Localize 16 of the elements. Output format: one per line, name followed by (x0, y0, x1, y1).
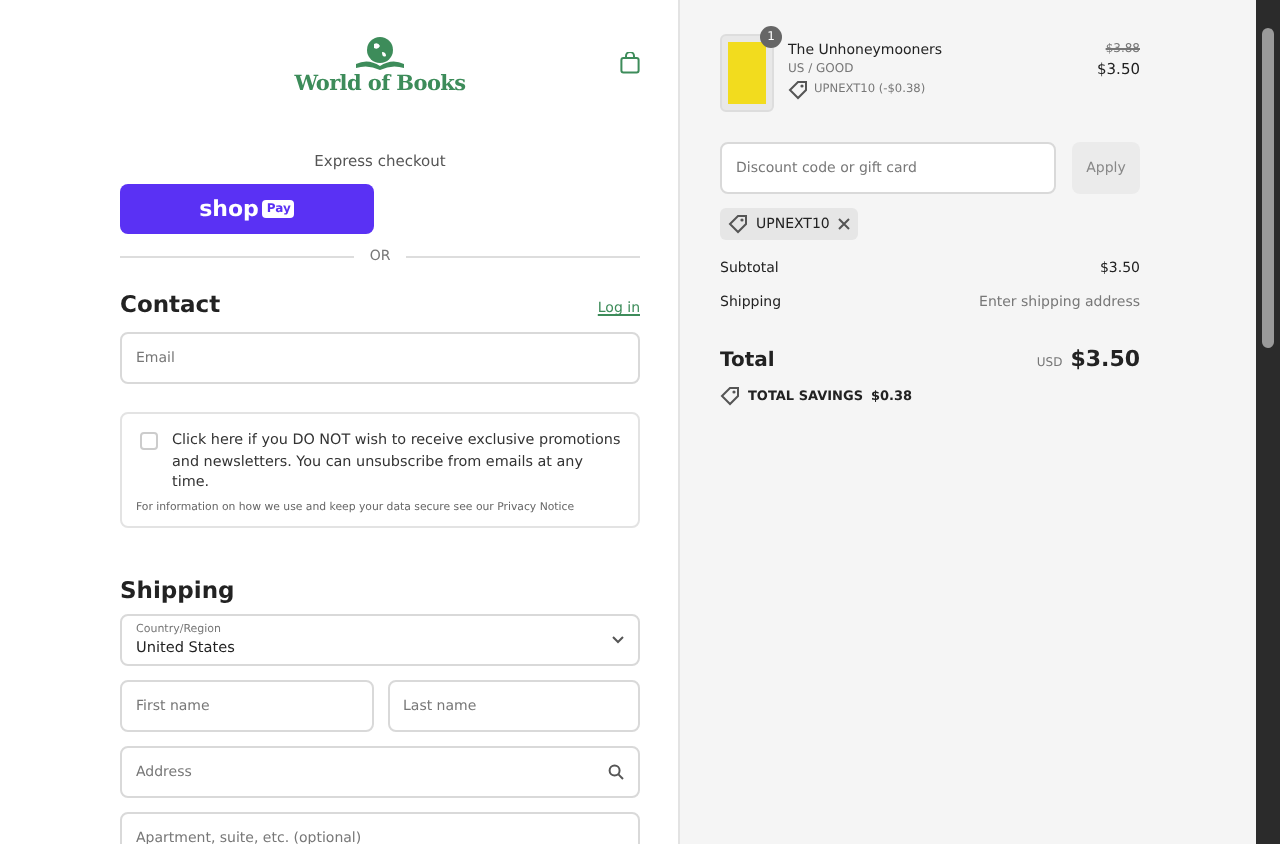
tag-icon (728, 214, 748, 234)
close-icon[interactable] (837, 218, 850, 230)
shopping-bag-icon[interactable] (620, 52, 640, 74)
globe-book-logo-icon (353, 36, 406, 70)
opt-out-checkbox[interactable] (140, 432, 158, 450)
tag-icon (788, 80, 808, 100)
chevron-down-icon (612, 635, 624, 643)
shipping-heading: Shipping (120, 575, 237, 603)
total-label: Total (720, 350, 775, 372)
search-icon (608, 763, 624, 779)
total-price: $3.50 (1070, 346, 1140, 372)
scrollbar-thumb[interactable] (1262, 28, 1274, 348)
contact-heading: Contact (120, 290, 221, 318)
store-logo[interactable]: World of Books (294, 72, 466, 96)
book-cover-placeholder (728, 42, 766, 104)
savings-tag-icon (720, 386, 740, 406)
